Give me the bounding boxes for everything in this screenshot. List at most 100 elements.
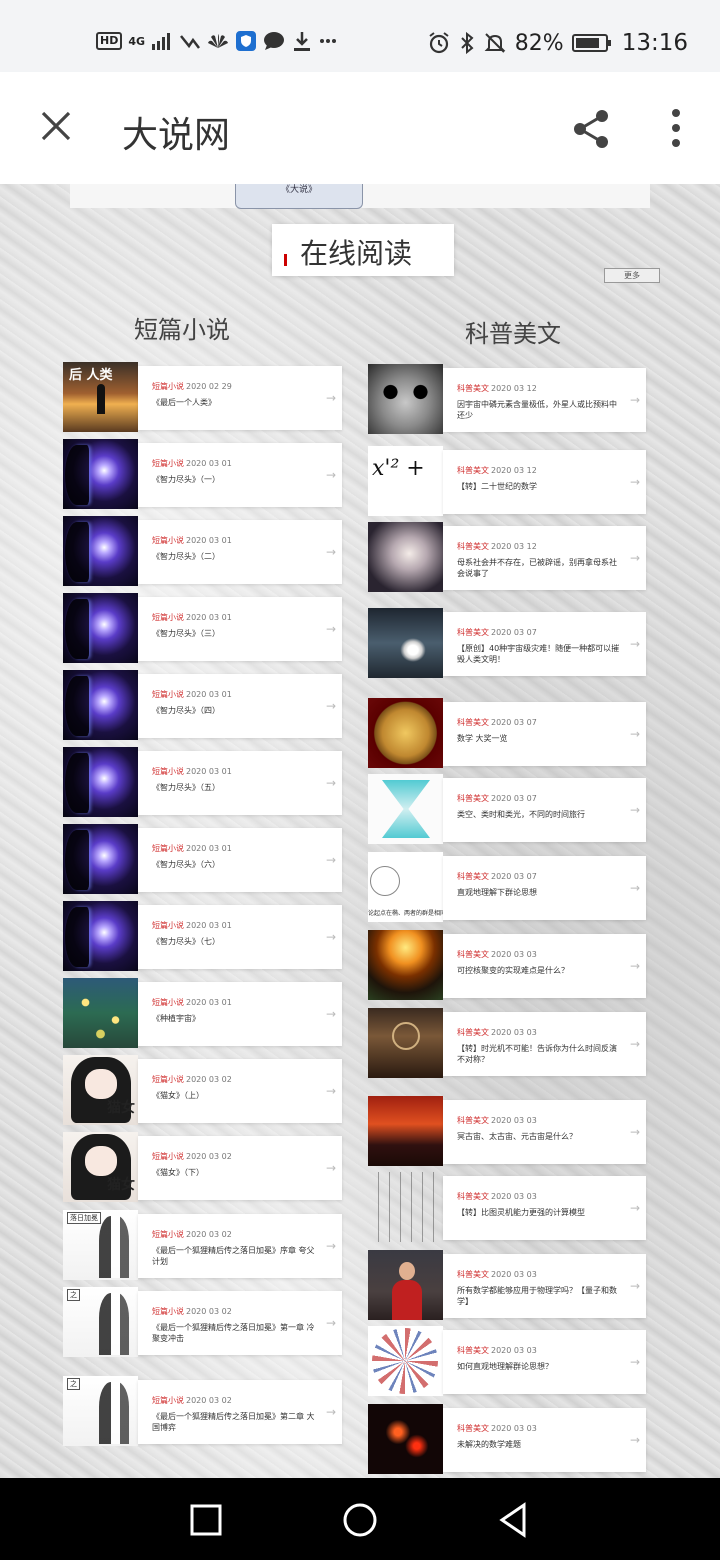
arrow-right-icon[interactable]: →	[630, 1125, 640, 1139]
article-card[interactable]: 短篇小说 2020 03 02 《最后一个狐狸精后传之落日加冕》第一章 冷聚变冲击 →	[138, 1291, 342, 1355]
article-card[interactable]: 科普美文 2020 03 03 可控核聚变的实现难点是什么？ →	[443, 934, 646, 998]
list-item[interactable]: 科普美文 2020 03 03 【转】比图灵机能力更强的计算模型 →	[368, 1172, 646, 1242]
arrow-right-icon[interactable]: →	[326, 1007, 336, 1021]
list-item[interactable]: 短篇小说 2020 03 01 《种植宇宙》 →	[63, 978, 342, 1048]
arrow-right-icon[interactable]: →	[630, 727, 640, 741]
face-silhouette	[65, 830, 89, 890]
list-item[interactable]: 猫女 短篇小说 2020 03 02 《猫女》（上） →	[63, 1055, 342, 1125]
book-tab[interactable]: 《大说》	[235, 184, 363, 209]
arrow-right-icon[interactable]: →	[630, 881, 640, 895]
arrow-right-icon[interactable]: →	[326, 699, 336, 713]
list-item[interactable]: 科普美文 2020 03 03 冥古宙、太古宙、元古宙是什么？ →	[368, 1096, 646, 1166]
list-item[interactable]: x'² + 科普美文 2020 03 12 【转】二十世纪的数学 →	[368, 446, 646, 516]
back-icon[interactable]	[494, 1500, 534, 1540]
list-item[interactable]: 短篇小说 2020 03 01 《智力尽头》（六） →	[63, 824, 342, 894]
list-item[interactable]: 短篇小说 2020 03 01 《智力尽头》（一） →	[63, 439, 342, 509]
article-card[interactable]: 短篇小说 2020 02 29 《最后一个人类》 →	[138, 366, 342, 430]
article-card[interactable]: 科普美文 2020 03 03 未解决的数学难题 →	[443, 1408, 646, 1472]
article-meta: 科普美文 2020 03 07	[457, 717, 537, 728]
arrow-right-icon[interactable]: →	[326, 1405, 336, 1419]
more-vert-icon[interactable]	[664, 108, 688, 150]
article-card[interactable]: 短篇小说 2020 03 01 《智力尽头》（一） →	[138, 443, 342, 507]
arrow-right-icon[interactable]: →	[326, 930, 336, 944]
article-card[interactable]: 科普美文 2020 03 03 【转】时光机不可能！告诉你为什么时间反演不对称？ →	[443, 1012, 646, 1076]
article-thumbnail	[368, 364, 443, 434]
article-card[interactable]: 短篇小说 2020 03 01 《智力尽头》（二） →	[138, 520, 342, 584]
arrow-right-icon[interactable]: →	[326, 1161, 336, 1175]
list-item[interactable]: 科普美文 2020 03 12 母系社会并不存在，已被辟谣，别再拿母系社会说事了 →	[368, 522, 646, 592]
article-card[interactable]: 科普美文 2020 03 03 冥古宙、太古宙、元古宙是什么？ →	[443, 1100, 646, 1164]
list-item[interactable]: 短篇小说 2020 03 01 《智力尽头》（七） →	[63, 901, 342, 971]
arrow-right-icon[interactable]: →	[630, 1201, 640, 1215]
article-card[interactable]: 科普美文 2020 03 07 数学 大奖一览 →	[443, 702, 646, 766]
arrow-right-icon[interactable]: →	[630, 551, 640, 565]
article-card[interactable]: 短篇小说 2020 03 01 《智力尽头》（七） →	[138, 905, 342, 969]
recent-apps-icon[interactable]	[186, 1500, 226, 1540]
article-card[interactable]: 科普美文 2020 03 12 母系社会并不存在，已被辟谣，别再拿母系社会说事了 →	[443, 526, 646, 590]
arrow-right-icon[interactable]: →	[326, 1084, 336, 1098]
list-item[interactable]: 后 人类 短篇小说 2020 02 29 《最后一个人类》 →	[63, 362, 342, 432]
article-title: 【转】比图灵机能力更强的计算模型	[457, 1208, 585, 1217]
arrow-right-icon[interactable]: →	[630, 393, 640, 407]
list-item[interactable]: 之短篇小说 2020 03 02 《最后一个狐狸精后传之落日加冕》第二章 大国博弈 →	[63, 1376, 342, 1446]
share-icon[interactable]	[570, 108, 612, 150]
arrow-right-icon[interactable]: →	[630, 475, 640, 489]
arrow-right-icon[interactable]: →	[326, 1316, 336, 1330]
list-item[interactable]: 之短篇小说 2020 03 02 《最后一个狐狸精后传之落日加冕》第一章 冷聚变冲击…	[63, 1287, 342, 1357]
article-card[interactable]: 科普美文 2020 03 07 类空、类时和类光，不同的时间旅行 →	[443, 778, 646, 842]
arrow-right-icon[interactable]: →	[326, 853, 336, 867]
article-card[interactable]: 科普美文 2020 03 12 【转】二十世纪的数学 →	[443, 450, 646, 514]
article-card[interactable]: 科普美文 2020 03 03 所有数学都能够应用于物理学吗？【量子和数学】 →	[443, 1254, 646, 1318]
article-card[interactable]: 短篇小说 2020 03 01 《种植宇宙》 →	[138, 982, 342, 1046]
figure	[99, 1293, 129, 1355]
arrow-right-icon[interactable]: →	[630, 1433, 640, 1447]
article-card[interactable]: 短篇小说 2020 03 02 《最后一个狐狸精后传之落日加冕》序章 夸父计划 →	[138, 1214, 342, 1278]
list-item[interactable]: 短篇小说 2020 03 01 《智力尽头》（五） →	[63, 747, 342, 817]
arrow-right-icon[interactable]: →	[326, 391, 336, 405]
article-meta: 短篇小说 2020 03 01	[152, 920, 232, 931]
arrow-right-icon[interactable]: →	[630, 959, 640, 973]
list-item[interactable]: 短篇小说 2020 03 01 《智力尽头》（四） →	[63, 670, 342, 740]
article-card[interactable]: 短篇小说 2020 03 01 《智力尽头》（三） →	[138, 597, 342, 661]
list-item[interactable]: 短篇小说 2020 03 01 《智力尽头》（二） →	[63, 516, 342, 586]
list-item[interactable]: 科普美文 2020 03 03 如何直观地理解群论思想？ →	[368, 1326, 646, 1396]
arrow-right-icon[interactable]: →	[326, 468, 336, 482]
article-card[interactable]: 短篇小说 2020 03 02 《猫女》（下） →	[138, 1136, 342, 1200]
article-card[interactable]: 科普美文 2020 03 03 【转】比图灵机能力更强的计算模型 →	[443, 1176, 646, 1240]
article-thumbnail: 之	[63, 1287, 138, 1357]
arrow-right-icon[interactable]: →	[630, 1279, 640, 1293]
list-item[interactable]: 科普美文 2020 03 03 【转】时光机不可能！告诉你为什么时间反演不对称？ →	[368, 1008, 646, 1078]
list-item[interactable]: 科普美文 2020 03 07 数学 大奖一览 →	[368, 698, 646, 768]
close-icon[interactable]	[36, 106, 76, 146]
arrow-right-icon[interactable]: →	[326, 622, 336, 636]
article-card[interactable]: 科普美文 2020 03 03 如何直观地理解群论思想？ →	[443, 1330, 646, 1394]
article-card[interactable]: 短篇小说 2020 03 02 《猫女》（上） →	[138, 1059, 342, 1123]
arrow-right-icon[interactable]: →	[326, 1239, 336, 1253]
list-item[interactable]: 科普美文 2020 03 07 类空、类时和类光，不同的时间旅行 →	[368, 774, 646, 844]
list-item[interactable]: 论起点在椭、两者的群是相同 科普美文 2020 03 07 直观地理解下群论思想 →	[368, 852, 646, 922]
article-card[interactable]: 短篇小说 2020 03 02 《最后一个狐狸精后传之落日加冕》第二章 大国博弈 →	[138, 1380, 342, 1444]
arrow-right-icon[interactable]: →	[326, 776, 336, 790]
article-card[interactable]: 短篇小说 2020 03 01 《智力尽头》（六） →	[138, 828, 342, 892]
article-card[interactable]: 短篇小说 2020 03 01 《智力尽头》（四） →	[138, 674, 342, 738]
arrow-right-icon[interactable]: →	[630, 637, 640, 651]
list-item[interactable]: 短篇小说 2020 03 01 《智力尽头》（三） →	[63, 593, 342, 663]
article-card[interactable]: 科普美文 2020 03 07 【原创】40种宇宙级灾难！随便一种都可以摧毁人类文明…	[443, 612, 646, 676]
article-card[interactable]: 短篇小说 2020 03 01 《智力尽头》（五） →	[138, 751, 342, 815]
list-item[interactable]: 落日加冕 短篇小说 2020 03 02 《最后一个狐狸精后传之落日加冕》序章 夸父计…	[63, 1210, 342, 1280]
home-icon[interactable]	[340, 1500, 380, 1540]
more-link[interactable]: 更多	[604, 268, 660, 283]
arrow-right-icon[interactable]: →	[630, 1355, 640, 1369]
arrow-right-icon[interactable]: →	[630, 803, 640, 817]
article-card[interactable]: 科普美文 2020 03 07 直观地理解下群论思想 →	[443, 856, 646, 920]
list-item[interactable]: 科普美文 2020 03 03 所有数学都能够应用于物理学吗？【量子和数学】 →	[368, 1250, 646, 1320]
list-item[interactable]: 猫女 短篇小说 2020 03 02 《猫女》（下） →	[63, 1132, 342, 1202]
list-item[interactable]: 科普美文 2020 03 07 【原创】40种宇宙级灾难！随便一种都可以摧毁人类文明…	[368, 608, 646, 678]
list-item[interactable]: 科普美文 2020 03 03 可控核聚变的实现难点是什么？ →	[368, 930, 646, 1000]
article-card[interactable]: 科普美文 2020 03 12 因宇宙中磷元素含量极低，外星人或比预料中还少 →	[443, 368, 646, 432]
arrow-right-icon[interactable]: →	[630, 1037, 640, 1051]
arrow-right-icon[interactable]: →	[326, 545, 336, 559]
article-title: 【转】时光机不可能！告诉你为什么时间反演不对称？	[457, 1044, 617, 1064]
list-item[interactable]: 科普美文 2020 03 12 因宇宙中磷元素含量极低，外星人或比预料中还少 →	[368, 364, 646, 434]
list-item[interactable]: 科普美文 2020 03 03 未解决的数学难题 →	[368, 1404, 646, 1474]
